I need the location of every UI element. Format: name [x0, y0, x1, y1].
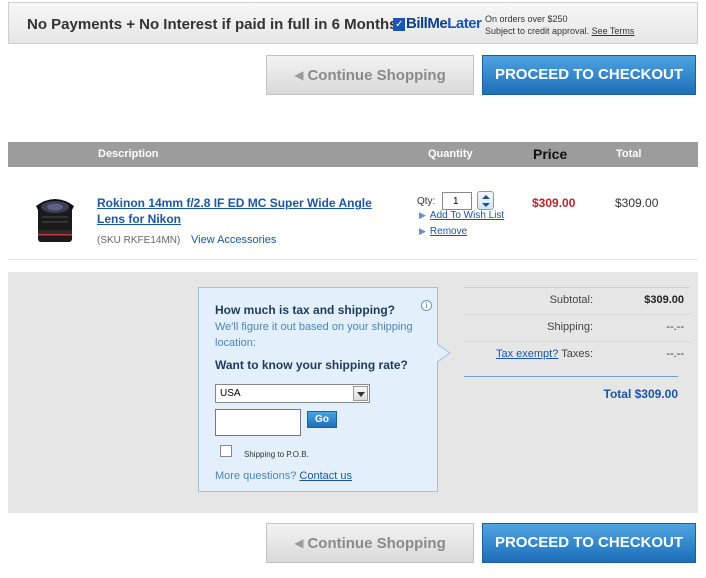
see-terms-link[interactable]: See Terms: [592, 26, 635, 36]
country-select[interactable]: USA: [215, 384, 370, 403]
product-sku: (SKU RKFE14MN): [97, 235, 181, 246]
taxes-row-label: Tax exempt? Taxes:: [495, 348, 593, 360]
financing-promo-bar: No Payments + No Interest if paid in ful…: [8, 2, 698, 44]
go-button[interactable]: Go: [307, 411, 337, 428]
increment-icon[interactable]: [482, 195, 490, 199]
chevron-down-icon[interactable]: [353, 386, 368, 401]
chevron-right-icon: ▶: [419, 210, 426, 220]
contact-us-link[interactable]: Contact us: [299, 470, 352, 482]
cart-table-header: Description Quantity Price Total: [8, 142, 698, 167]
arrow-left-icon: ◀: [294, 68, 304, 82]
summary-divider: [464, 314, 690, 315]
proceed-to-checkout-button-bottom[interactable]: PROCEED TO CHECKOUT: [482, 523, 696, 563]
view-accessories-link[interactable]: View Accessories: [191, 234, 276, 246]
quantity-stepper[interactable]: [477, 191, 494, 210]
header-quantity: Quantity: [428, 148, 473, 160]
total-divider: [464, 376, 678, 377]
product-title-link[interactable]: Rokinon 14mm f/2.8 IF ED MC Super Wide A…: [97, 195, 387, 227]
order-total: Total $309.00: [603, 387, 678, 401]
subtotal-value: $309.00: [644, 294, 684, 306]
header-price: Price: [533, 146, 568, 162]
check-icon: ✓: [393, 18, 405, 31]
quantity-input[interactable]: [442, 192, 472, 210]
lens-product-image[interactable]: [32, 194, 78, 246]
shipping-value: --.--: [666, 321, 684, 333]
continue-shopping-button-bottom[interactable]: ◀ Continue Shopping: [266, 523, 474, 563]
pob-label: Shipping to P.O.B.: [244, 450, 309, 459]
more-questions: More questions? Contact us: [215, 470, 352, 482]
add-to-wish-list-link[interactable]: ▶ Add To Wish List: [419, 210, 504, 221]
promo-text: No Payments + No Interest if paid in ful…: [27, 16, 398, 33]
subtotal-label: Subtotal:: [549, 294, 593, 306]
tax-shipping-title: How much is tax and shipping?: [215, 303, 396, 317]
qty-label: Qty:: [417, 196, 436, 207]
promo-note: On orders over $250 Subject to credit ap…: [485, 14, 635, 36]
chevron-right-icon: ▶: [419, 226, 426, 236]
item-total: $309.00: [615, 196, 659, 210]
billmelater-logo: ✓ BillMeLater: [393, 15, 482, 32]
callout-pointer: [437, 344, 451, 362]
header-description: Description: [98, 148, 159, 160]
decrement-icon[interactable]: [482, 203, 490, 207]
shipping-estimator: How much is tax and shipping? i We'll fi…: [198, 287, 438, 492]
shipping-rate-question: Want to know your shipping rate?: [215, 358, 408, 372]
taxes-value: --.--: [666, 348, 684, 360]
remove-item-link[interactable]: ▶ Remove: [419, 226, 467, 237]
tax-exempt-link[interactable]: Tax exempt?: [496, 348, 558, 360]
cart-item-row: Rokinon 14mm f/2.8 IF ED MC Super Wide A…: [8, 176, 698, 260]
tax-shipping-subtitle: We'll figure it out based on your shippi…: [215, 321, 413, 349]
arrow-left-icon: ◀: [294, 536, 304, 550]
info-icon[interactable]: i: [421, 300, 432, 311]
zip-code-input[interactable]: [215, 409, 301, 436]
pob-checkbox[interactable]: [220, 445, 232, 457]
header-total: Total: [616, 148, 642, 160]
shipping-label: Shipping:: [547, 321, 593, 333]
item-price: $309.00: [532, 196, 576, 210]
summary-divider: [464, 287, 690, 288]
proceed-to-checkout-button-top[interactable]: PROCEED TO CHECKOUT: [482, 55, 696, 95]
summary-divider: [464, 341, 690, 342]
continue-shopping-button-top[interactable]: ◀ Continue Shopping: [266, 55, 474, 95]
